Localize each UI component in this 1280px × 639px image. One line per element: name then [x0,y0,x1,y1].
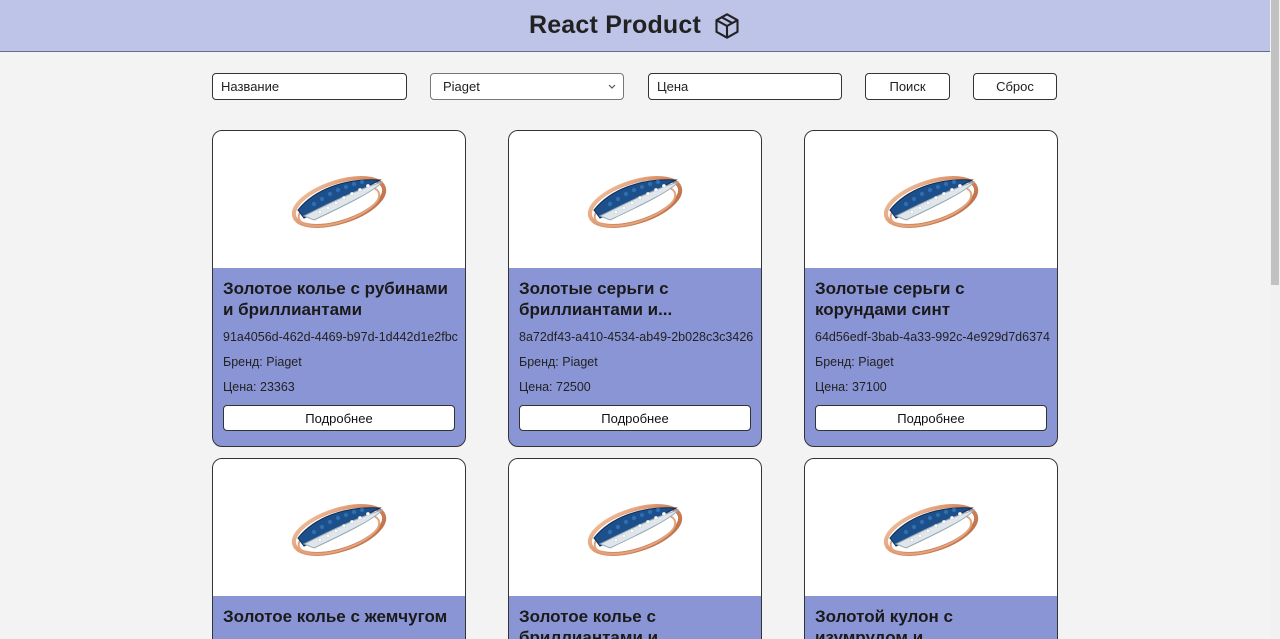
ring-image [587,175,683,228]
name-filter-placeholder: Название [221,79,280,94]
details-button[interactable]: Подробнее [223,405,455,431]
product-brand: Бренд: Piaget [519,355,598,369]
product-image [805,459,1057,596]
product-info: Золотые серьги с бриллиантами и... 8a72d… [509,268,761,431]
product-image [213,459,465,596]
product-id: 91a4056d-462d-4469-b97d-1d442d1e2fbc [223,330,458,344]
price-filter-input[interactable]: Цена [648,73,842,100]
product-price: Цена: 72500 [519,380,591,394]
product-card: Золотое колье с жемчугом [212,458,466,639]
product-price: Цена: 37100 [815,380,887,394]
product-image [805,131,1057,268]
ring-image [883,503,979,556]
product-brand: Бренд: Piaget [815,355,894,369]
scrollbar[interactable] [1270,0,1280,639]
details-button[interactable]: Подробнее [815,405,1047,431]
product-info: Золотое колье с рубинами и бриллиантами … [213,268,465,431]
chevron-down-icon [608,84,616,89]
product-title: Золотые серьги с бриллиантами и... [519,279,673,319]
ring-image [291,503,387,556]
brand-select[interactable]: Piaget [430,73,624,100]
product-card: Золотые серьги с бриллиантами и... 8a72d… [508,130,762,447]
page-title: React Product [528,11,702,39]
product-card: Золотое колье с рубинами и бриллиантами … [212,130,466,447]
filter-bar: Название Piaget Цена Поиск Сброс [212,73,1057,100]
product-image [509,459,761,596]
app-header: React Product [0,0,1270,52]
reset-button[interactable]: Сброс [973,73,1057,100]
search-button[interactable]: Поиск [865,73,950,100]
product-card: Золотые серьги с корундами синт 64d56edf… [804,130,1058,447]
product-title: Золотое колье с рубинами и бриллиантами [223,279,448,319]
product-id: 8a72df43-a410-4534-ab49-2b028c3c3426 [519,330,754,344]
product-title: Золотое колье с жемчугом [223,607,448,626]
product-card: Золотой кулон с изумрудом и бриллиантами [804,458,1058,639]
ring-image [587,503,683,556]
product-title: Золотой кулон с изумрудом и бриллиантами [815,607,953,639]
scrollbar-thumb[interactable] [1271,0,1279,285]
product-info: Золотое колье с бриллиантами и [509,596,761,639]
price-filter-placeholder: Цена [657,79,689,94]
brand-select-value: Piaget [443,79,480,94]
ring-image [291,175,387,228]
name-filter-input[interactable]: Название [212,73,407,100]
details-button[interactable]: Подробнее [519,405,751,431]
product-info: Золотое колье с жемчугом [213,596,465,639]
product-card: Золотое колье с бриллиантами и [508,458,762,639]
box-icon [715,12,739,39]
product-image [213,131,465,268]
ring-image [883,175,979,228]
product-brand: Бренд: Piaget [223,355,302,369]
product-info: Золотой кулон с изумрудом и бриллиантами [805,596,1057,639]
product-id: 64d56edf-3bab-4a33-992c-4e929d7d6374 [815,330,1050,344]
product-title: Золотое колье с бриллиантами и [519,607,659,639]
product-title: Золотые серьги с корундами синт [815,279,965,319]
product-image [509,131,761,268]
product-info: Золотые серьги с корундами синт 64d56edf… [805,268,1057,431]
product-price: Цена: 23363 [223,380,295,394]
